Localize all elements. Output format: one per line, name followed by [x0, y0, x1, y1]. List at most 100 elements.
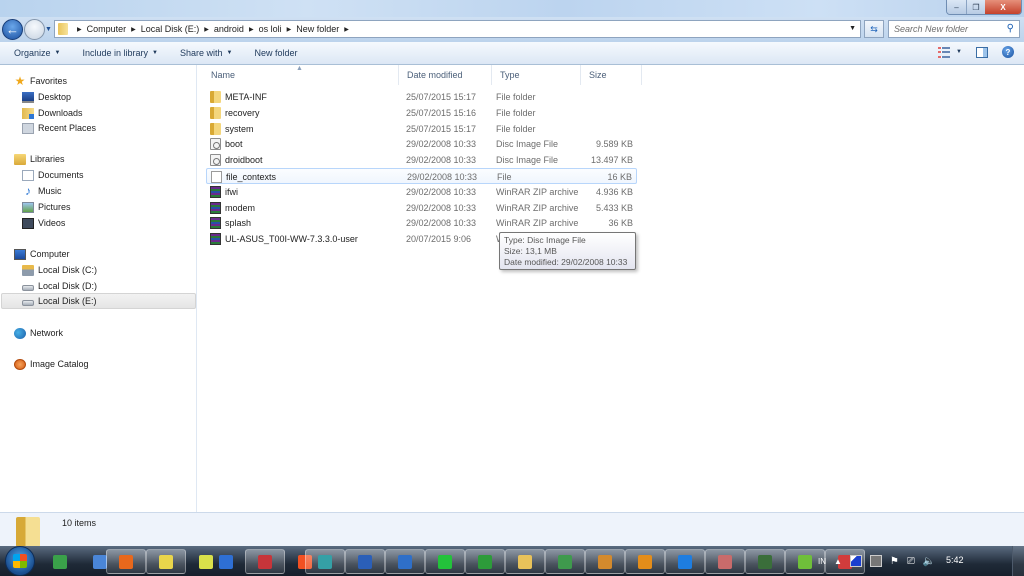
chevron-right-icon[interactable]: ▶ — [131, 26, 136, 33]
tray-app-icon[interactable] — [869, 555, 882, 567]
sidebar-item-documents[interactable]: Documents — [22, 167, 84, 183]
file-date: 29/02/2008 10:33 — [406, 218, 477, 229]
sidebar-item-local-disk-c[interactable]: Local Disk (C:) — [22, 262, 97, 278]
taskbar-button-tools-app[interactable] — [705, 549, 745, 574]
language-indicator[interactable]: IN — [818, 557, 826, 566]
clock[interactable]: 5:42 — [946, 555, 964, 565]
file-list: Name ▲ Date modified Type Size META-INF 2… — [198, 65, 1024, 512]
search-input[interactable]: Search New folder ⚲ — [888, 20, 1020, 38]
column-header-label: Size — [589, 70, 607, 80]
taskbar-button-globe-app[interactable] — [545, 549, 585, 574]
file-row[interactable]: META-INF 25/07/2015 15:17 File folder — [206, 89, 637, 105]
column-header-date[interactable]: Date modified — [399, 65, 492, 85]
preview-pane-icon[interactable] — [976, 46, 988, 58]
action-center-flag-icon[interactable]: ⚑ — [890, 556, 899, 567]
mixer-app-icon — [318, 554, 332, 569]
chevron-right-icon[interactable]: ▶ — [344, 26, 349, 33]
search-icon[interactable]: ⚲ — [1007, 23, 1014, 34]
sidebar-item-videos[interactable]: Videos — [22, 215, 65, 231]
back-button[interactable]: ← — [2, 19, 23, 40]
sidebar-item-desktop[interactable]: Desktop — [22, 89, 71, 105]
network-icon — [14, 327, 26, 339]
taskbar-button-word[interactable] — [345, 549, 385, 574]
column-header-type[interactable]: Type — [492, 65, 581, 85]
forward-button[interactable] — [24, 19, 45, 40]
help-icon[interactable]: ? — [1002, 46, 1014, 58]
sidebar-item-local-disk-d[interactable]: Local Disk (D:) — [22, 278, 97, 294]
taskbar-button-h-app[interactable] — [40, 549, 80, 574]
address-bar[interactable]: ▶ Computer ▶ Local Disk (E:) ▶ android ▶ os… — [54, 20, 861, 38]
file-row[interactable]: splash 29/02/2008 10:33 WinRAR ZIP archive… — [206, 215, 637, 231]
sidebar-item-recent-places[interactable]: Recent Places — [22, 120, 96, 136]
sidebar-item-local-disk-e[interactable]: Local Disk (E:) — [1, 293, 196, 309]
file-row[interactable]: recovery 25/07/2015 15:16 File folder — [206, 105, 637, 121]
breadcrumb-item[interactable]: New folder — [296, 24, 339, 34]
line-icon — [438, 554, 452, 569]
breadcrumb-item[interactable]: android — [214, 24, 244, 34]
performance-monitor-icon[interactable] — [849, 555, 862, 567]
sidebar-group-favorites[interactable]: ★ Favorites — [14, 73, 67, 89]
terminal-app-icon — [758, 554, 772, 569]
file-row[interactable]: file_contexts 29/02/2008 10:33 File 16 KB — [206, 168, 637, 184]
minimize-button[interactable]: – — [947, 0, 967, 14]
sidebar-group-image-catalog[interactable]: Image Catalog — [14, 356, 89, 372]
taskbar-button-red-app[interactable] — [245, 549, 285, 574]
refresh-button[interactable]: ⇆ — [864, 20, 884, 38]
sidebar-item-downloads[interactable]: Downloads — [22, 105, 83, 121]
breadcrumb-item[interactable]: Local Disk (E:) — [141, 24, 200, 34]
folder-icon — [210, 122, 221, 135]
network-status-icon[interactable]: ⎚ — [907, 556, 915, 567]
sidebar-item-music[interactable]: ♪ Music — [22, 183, 62, 199]
taskbar-button-itunes[interactable] — [206, 549, 246, 574]
column-header-size[interactable]: Size — [581, 65, 642, 85]
file-row[interactable]: ifwi 29/02/2008 10:33 WinRAR ZIP archive 4.… — [206, 184, 637, 200]
file-row[interactable]: boot 29/02/2008 10:33 Disc Image File 9.589… — [206, 136, 637, 152]
start-button[interactable] — [5, 546, 35, 576]
taskbar-button-firefox[interactable] — [106, 549, 146, 574]
taskbar-button-explorer[interactable] — [505, 549, 545, 574]
sidebar-group-label: Network — [30, 328, 64, 338]
recent-pages-dropdown[interactable]: ▼ — [45, 26, 52, 33]
file-date: 29/02/2008 10:33 — [406, 202, 477, 213]
show-desktop-button[interactable] — [1012, 546, 1024, 576]
file-size: 36 KB — [608, 218, 633, 229]
breadcrumb-separator-icon[interactable]: ▶ — [77, 26, 82, 33]
include-in-library-button[interactable]: Include in library ▼ — [82, 48, 157, 58]
new-folder-button[interactable]: New folder — [254, 48, 297, 58]
file-row[interactable]: modem 29/02/2008 10:33 WinRAR ZIP archive 5… — [206, 200, 637, 216]
taskbar-button-line[interactable] — [425, 549, 465, 574]
taskbar-button-terminal-app[interactable] — [745, 549, 785, 574]
breadcrumb-item[interactable]: os loli — [259, 24, 282, 34]
file-row[interactable]: droidboot 29/02/2008 10:33 Disc Image File… — [206, 152, 637, 168]
taskbar-button-mixer-app[interactable] — [305, 549, 345, 574]
chevron-right-icon[interactable]: ▶ — [204, 26, 209, 33]
taskbar-button-paint[interactable] — [585, 549, 625, 574]
show-hidden-icons-icon[interactable]: ▲ — [834, 557, 842, 566]
restore-button[interactable]: ❐ — [967, 0, 985, 14]
cube-app-icon — [798, 554, 812, 569]
taskbar-button-media-app[interactable] — [385, 549, 425, 574]
organize-button[interactable]: Organize ▼ — [14, 48, 60, 58]
close-button[interactable]: X — [985, 0, 1021, 14]
chevron-right-icon[interactable]: ▶ — [249, 26, 254, 33]
sidebar-item-pictures[interactable]: Pictures — [22, 199, 71, 215]
address-history-dropdown[interactable]: ▼ — [849, 25, 856, 32]
change-view-icon[interactable] — [938, 46, 951, 58]
sidebar-group-libraries[interactable]: Libraries — [14, 151, 65, 167]
sidebar-group-computer[interactable]: Computer — [14, 246, 70, 262]
view-options-dropdown[interactable]: ▼ — [956, 49, 962, 55]
folder-icon — [16, 517, 40, 547]
volume-icon[interactable]: 🔈 — [923, 556, 935, 567]
breadcrumb-item[interactable]: Computer — [87, 24, 127, 34]
sidebar-group-network[interactable]: Network — [14, 325, 63, 341]
chevron-right-icon[interactable]: ▶ — [287, 26, 292, 33]
taskbar-button-media-player[interactable] — [665, 549, 705, 574]
taskbar-button-sticky-notes[interactable] — [146, 549, 186, 574]
media-player-icon — [678, 554, 692, 569]
taskbar-button-fl-studio[interactable] — [625, 549, 665, 574]
taskbar-button-green-app[interactable] — [465, 549, 505, 574]
share-with-button[interactable]: Share with ▼ — [180, 48, 232, 58]
file-row[interactable]: system 25/07/2015 15:17 File folder — [206, 121, 637, 137]
file-date: 29/02/2008 10:33 — [406, 155, 477, 166]
explorer-icon — [518, 554, 532, 569]
